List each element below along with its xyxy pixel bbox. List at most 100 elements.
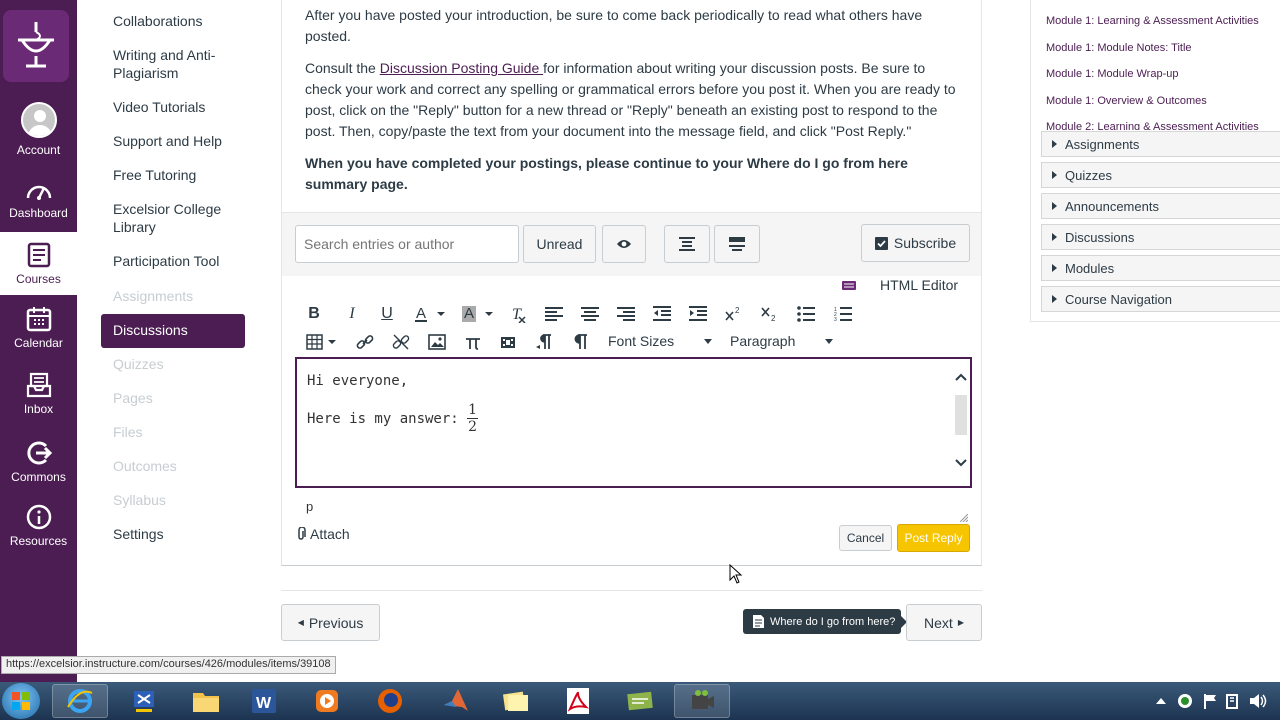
message-text-area[interactable]: Hi everyone, Here is my answer: 1 2 — [295, 357, 972, 488]
align-left-button[interactable] — [544, 304, 564, 324]
module-item-link[interactable]: Module 2: Learning & Assessment Activiti… — [1046, 114, 1280, 130]
accordion-assignments[interactable]: Assignments — [1041, 131, 1280, 157]
nav-commons[interactable]: Commons — [0, 440, 77, 484]
unread-button[interactable]: Unread — [523, 225, 596, 263]
course-nav-tutoring[interactable]: Free Tutoring — [113, 166, 243, 184]
table-button[interactable] — [306, 332, 338, 352]
accordion-quizzes[interactable]: Quizzes — [1041, 162, 1280, 188]
module-item-list[interactable]: Module 1: Learning & Assessment Activiti… — [1046, 8, 1280, 130]
network-status-icon[interactable] — [1177, 693, 1193, 709]
superscript-button[interactable]: 2 — [724, 304, 744, 324]
attach-link[interactable]: Attach — [296, 526, 350, 542]
underline-button[interactable]: U — [377, 304, 397, 324]
document-icon — [753, 615, 764, 628]
taskbar-adobe-reader[interactable] — [550, 684, 606, 718]
previous-button[interactable]: ◀ Previous — [281, 604, 380, 641]
module-item-link[interactable]: Module 1: Module Wrap-up — [1046, 61, 1280, 88]
mark-read-button[interactable] — [602, 225, 646, 263]
expand-threads-button[interactable] — [664, 225, 710, 263]
background-color-button[interactable]: A — [461, 304, 495, 324]
resize-handle-icon[interactable] — [960, 514, 968, 522]
account-icon — [20, 102, 57, 138]
accordion-discussions[interactable]: Discussions — [1041, 224, 1280, 250]
html-editor-link[interactable]: HTML Editor — [880, 277, 958, 293]
module-item-link[interactable]: Module 1: Learning & Assessment Activiti… — [1046, 8, 1280, 35]
module-item-link[interactable]: Module 1: Overview & Outcomes — [1046, 88, 1280, 115]
subscribe-label: Subscribe — [893, 235, 957, 251]
image-button[interactable] — [427, 332, 447, 352]
taskbar-matlab[interactable] — [428, 684, 484, 718]
course-nav-library[interactable]: Excelsior College Library — [113, 200, 243, 236]
taskbar-green-app[interactable] — [612, 684, 668, 718]
text-color-button[interactable]: A — [413, 304, 447, 324]
film-icon — [501, 337, 515, 348]
accordion-label: Assignments — [1065, 136, 1140, 152]
clear-formatting-button[interactable]: T — [509, 304, 529, 324]
accordion-label: Announcements — [1065, 198, 1159, 214]
math-fraction[interactable]: 1 2 — [467, 402, 479, 435]
taskbar-sticky-notes[interactable] — [488, 684, 544, 718]
resources-icon — [26, 504, 51, 530]
editor-scrollbar[interactable] — [952, 367, 970, 479]
align-center-button[interactable] — [580, 304, 600, 324]
nav-inbox[interactable]: Inbox — [0, 372, 77, 416]
taskbar-firefox[interactable] — [362, 684, 418, 718]
nav-dashboard[interactable]: Dashboard — [0, 178, 77, 220]
canvas-logo[interactable] — [3, 10, 69, 82]
taskbar-word[interactable]: W — [236, 684, 292, 718]
start-button[interactable] — [2, 683, 40, 719]
paragraph-dropdown[interactable]: Paragraph — [730, 330, 838, 352]
course-nav-writing[interactable]: Writing and Anti-Plagiarism — [113, 46, 243, 82]
accordion-announcements[interactable]: Announcements — [1041, 193, 1280, 219]
volume-icon[interactable] — [1249, 693, 1267, 709]
action-center-flag-icon[interactable] — [1203, 693, 1217, 709]
show-blocks-button[interactable] — [570, 332, 590, 352]
bullet-list-button[interactable] — [796, 304, 816, 324]
taskbar-video-recorder[interactable] — [674, 684, 730, 718]
post-reply-button[interactable]: Post Reply — [897, 524, 970, 552]
tray-expand-icon[interactable] — [1156, 697, 1166, 704]
device-icon[interactable] — [1225, 693, 1239, 709]
collapse-threads-button[interactable] — [714, 225, 760, 263]
taskbar-file-explorer[interactable] — [178, 684, 234, 718]
unlink-button[interactable] — [391, 332, 411, 352]
dashboard-icon — [26, 185, 51, 200]
global-navigation: Account Dashboard Courses Calendar Inbox — [0, 0, 77, 682]
link-button[interactable] — [355, 332, 375, 352]
accordion-course-navigation[interactable]: Course Navigation — [1041, 286, 1280, 312]
taskbar-media-player[interactable] — [299, 684, 355, 718]
align-right-button[interactable] — [616, 304, 636, 324]
nav-courses[interactable]: Courses — [0, 232, 77, 295]
taskbar-internet-explorer[interactable] — [52, 684, 108, 718]
scrollbar-thumb[interactable] — [955, 395, 967, 435]
subscribe-button[interactable]: Subscribe — [861, 224, 970, 262]
rtl-button[interactable] — [534, 332, 554, 352]
discussion-posting-guide-link[interactable]: Discussion Posting Guide — [380, 60, 543, 76]
search-entries-input[interactable] — [295, 225, 519, 263]
font-sizes-dropdown[interactable]: Font Sizes — [608, 330, 716, 352]
module-item-link[interactable]: Module 1: Module Notes: Title — [1046, 35, 1280, 62]
media-button[interactable] — [498, 332, 518, 352]
outdent-button[interactable] — [652, 304, 672, 324]
indent-button[interactable] — [688, 304, 708, 324]
equation-button[interactable] — [463, 332, 483, 352]
italic-button[interactable]: I — [342, 304, 362, 324]
nav-account[interactable]: Account — [0, 102, 77, 157]
course-nav-discussions[interactable]: Discussions — [101, 314, 245, 348]
taskbar-network-app[interactable] — [116, 684, 172, 718]
attach-label: Attach — [310, 526, 350, 542]
nav-calendar[interactable]: Calendar — [0, 306, 77, 350]
mouse-cursor-icon — [729, 564, 743, 584]
course-nav-support[interactable]: Support and Help — [113, 132, 243, 150]
numbered-list-button[interactable]: 123 — [833, 304, 853, 324]
accordion-modules[interactable]: Modules — [1041, 255, 1280, 281]
bold-button[interactable]: B — [304, 304, 324, 324]
course-nav-video-tutorials[interactable]: Video Tutorials — [113, 98, 243, 116]
cancel-button[interactable]: Cancel — [839, 525, 892, 551]
next-button[interactable]: Next ▶ — [906, 604, 982, 641]
course-nav-participation[interactable]: Participation Tool — [113, 252, 243, 270]
subscript-button[interactable]: 2 — [760, 304, 780, 324]
course-nav-collaborations[interactable]: Collaborations — [113, 12, 243, 30]
nav-resources[interactable]: Resources — [0, 504, 77, 548]
course-nav-settings[interactable]: Settings — [113, 525, 243, 543]
